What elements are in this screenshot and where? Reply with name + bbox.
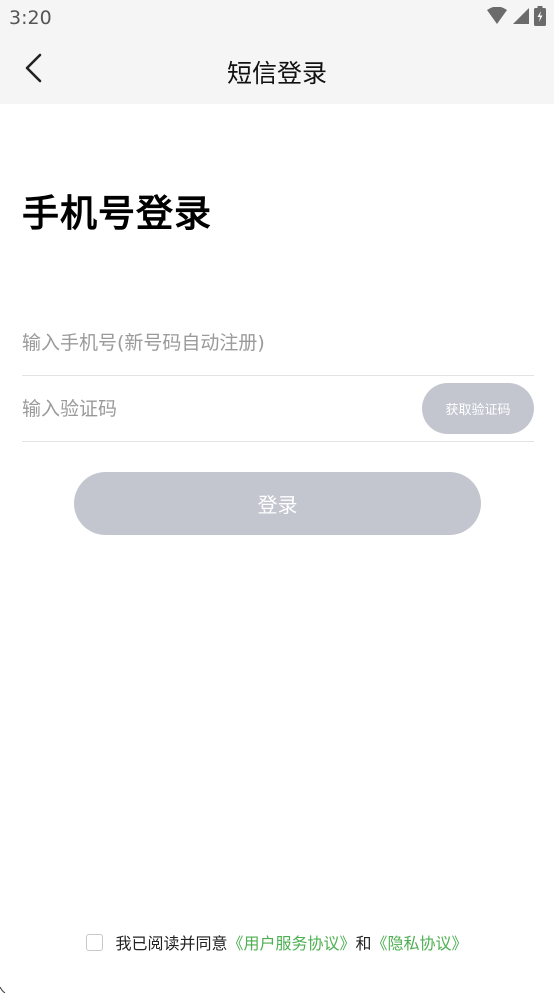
login-button[interactable]: 登录 bbox=[74, 472, 481, 535]
status-icons bbox=[486, 6, 546, 30]
wifi-icon bbox=[486, 6, 508, 29]
status-bar: 3:20 bbox=[0, 0, 554, 36]
corner-mark bbox=[0, 978, 6, 994]
get-code-button[interactable]: 获取验证码 bbox=[422, 383, 534, 434]
phone-field bbox=[22, 310, 534, 376]
privacy-policy-link[interactable]: 《隐私协议》 bbox=[372, 930, 468, 954]
status-time: 3:20 bbox=[9, 7, 52, 29]
battery-charging-icon bbox=[534, 6, 546, 30]
cellular-signal-icon bbox=[512, 7, 530, 29]
nav-bar: 短信登录 bbox=[0, 36, 554, 104]
agreement-row: 我已阅读并同意 《用户服务协议》 和 《隐私协议》 bbox=[0, 930, 554, 954]
agreement-prefix: 我已阅读并同意 bbox=[115, 934, 228, 953]
login-heading: 手机号登录 bbox=[22, 192, 212, 235]
agreement-checkbox[interactable] bbox=[86, 933, 104, 951]
agreement-conjunction: 和 bbox=[355, 934, 372, 953]
user-agreement-link[interactable]: 《用户服务协议》 bbox=[227, 930, 355, 954]
verification-code-input[interactable] bbox=[22, 376, 402, 441]
verification-field: 获取验证码 bbox=[22, 376, 534, 442]
page-title: 短信登录 bbox=[226, 59, 327, 88]
phone-input[interactable] bbox=[22, 310, 534, 375]
